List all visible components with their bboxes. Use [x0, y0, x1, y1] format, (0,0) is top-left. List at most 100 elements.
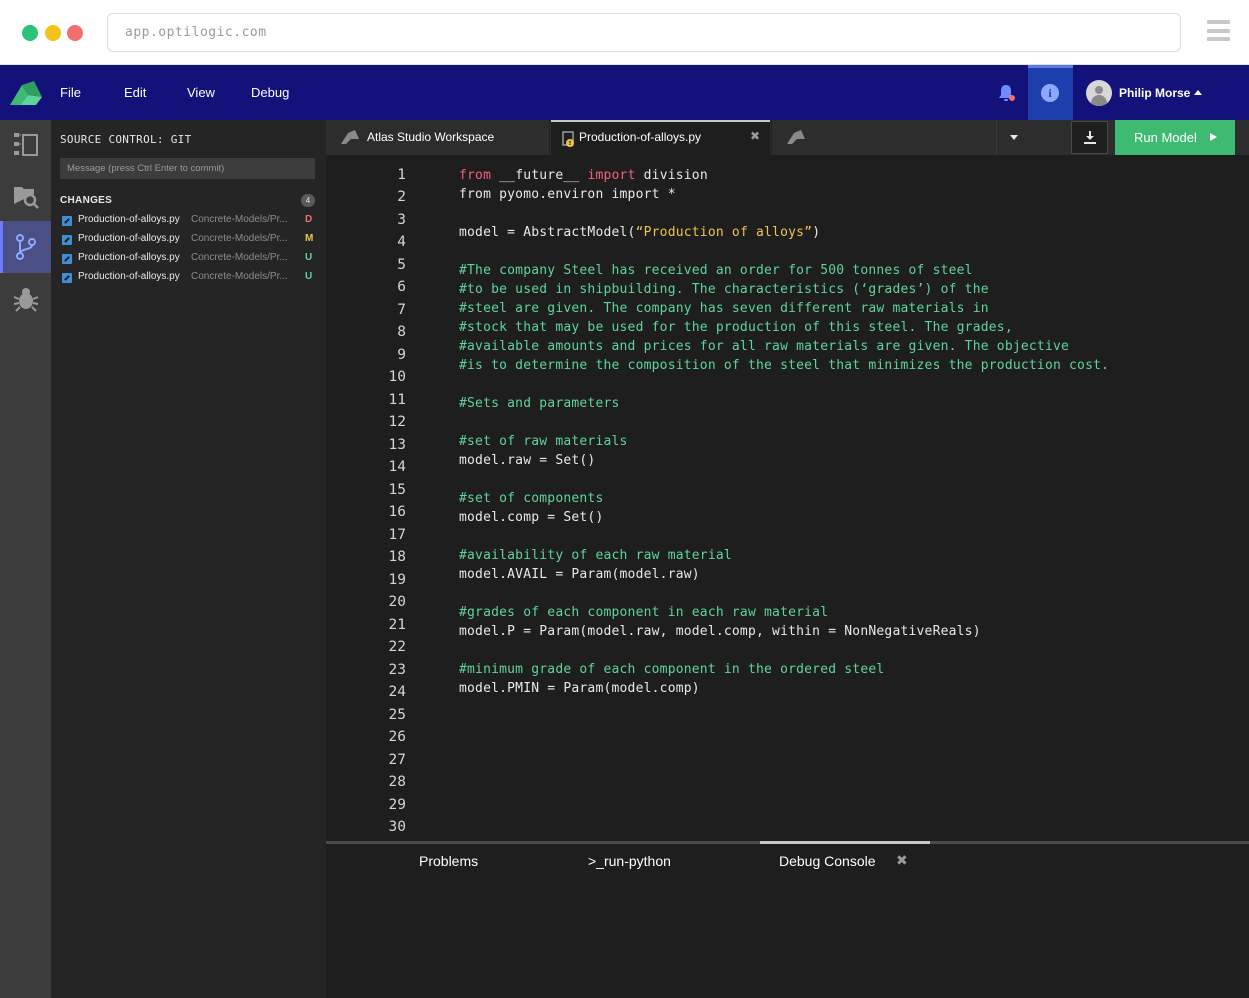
line-number: 22: [388, 639, 406, 655]
change-file-path: Concrete-Models/Pr...: [191, 233, 288, 244]
code-line: #The company Steel has received an order…: [459, 263, 973, 278]
change-file-name: Production-of-alloys.py: [78, 233, 180, 244]
line-number: 21: [388, 617, 406, 633]
code-line: #minimum grade of each component in the …: [459, 662, 885, 677]
line-number: 9: [397, 347, 406, 363]
browser-chrome: app.optilogic.com: [0, 0, 1249, 65]
tab-problems[interactable]: Problems: [419, 853, 478, 869]
change-status: M: [305, 233, 314, 244]
code-line: #availability of each raw material: [459, 548, 732, 563]
menu-edit[interactable]: Edit: [124, 85, 146, 100]
close-icon[interactable]: ✖: [896, 853, 908, 869]
info-button[interactable]: i: [1028, 65, 1073, 120]
change-status: D: [305, 214, 313, 225]
line-number: 23: [388, 662, 406, 678]
download-button[interactable]: [1071, 121, 1108, 154]
run-model-label: Run Model: [1134, 130, 1197, 145]
user-menu-caret-icon[interactable]: [1194, 90, 1202, 95]
line-number: 13: [388, 437, 406, 453]
debug-bug-icon[interactable]: [12, 285, 40, 313]
code-line: model.raw = Set(): [459, 453, 596, 468]
window-minimize-dot[interactable]: [45, 25, 61, 41]
code-line: from pyomo.environ import *: [459, 187, 676, 202]
change-status: U: [305, 271, 313, 282]
tab-overflow-dropdown[interactable]: [996, 120, 1032, 155]
line-number: 8: [397, 324, 406, 340]
code-line: from __future__ import division: [459, 168, 708, 183]
code-line: #Sets and parameters: [459, 396, 620, 411]
code-line: model.P = Param(model.raw, model.comp, w…: [459, 624, 981, 639]
line-number: 5: [397, 257, 406, 273]
code-line: #to be used in shipbuilding. The charact…: [459, 282, 989, 297]
line-number: 18: [388, 549, 406, 565]
tab-new[interactable]: [771, 120, 996, 155]
play-icon: [1210, 133, 1217, 141]
avatar[interactable]: [1086, 80, 1112, 106]
panel-title: SOURCE CONTROL: GIT: [60, 133, 192, 146]
change-item[interactable]: Production-of-alloys.py Concrete-Models/…: [60, 251, 316, 267]
line-number: 25: [388, 707, 406, 723]
code-line: model.PMIN = Param(model.comp): [459, 681, 700, 696]
change-file-name: Production-of-alloys.py: [78, 271, 180, 282]
code-line: #stock that may be used for the producti…: [459, 320, 1013, 335]
menu-debug[interactable]: Debug: [251, 85, 289, 100]
changes-header[interactable]: CHANGES: [60, 195, 112, 206]
user-name[interactable]: Philip Morse: [1119, 86, 1190, 100]
hamburger-menu-icon[interactable]: [1207, 20, 1230, 45]
line-number: 7: [397, 302, 406, 318]
line-number: 12: [388, 414, 406, 430]
change-item[interactable]: Production-of-alloys.py Concrete-Models/…: [60, 213, 316, 229]
search-folder-icon[interactable]: [12, 182, 40, 210]
atlas-logo-icon: [341, 130, 359, 144]
change-file-path: Concrete-Models/Pr...: [191, 271, 288, 282]
line-number: 6: [397, 279, 406, 295]
menu-view[interactable]: View: [187, 85, 215, 100]
change-status: U: [305, 252, 313, 263]
file-checkbox-icon[interactable]: [62, 273, 72, 283]
file-checkbox-icon[interactable]: [62, 254, 72, 264]
change-item[interactable]: Production-of-alloys.py Concrete-Models/…: [60, 270, 316, 286]
explorer-icon[interactable]: [12, 130, 40, 158]
code-line: #set of raw materials: [459, 434, 628, 449]
code-line: #is to determine the composition of the …: [459, 358, 1110, 373]
commit-message-input[interactable]: [60, 158, 315, 179]
file-checkbox-icon[interactable]: [62, 216, 72, 226]
run-model-button[interactable]: Run Model: [1115, 120, 1235, 155]
tab-label: Atlas Studio Workspace: [367, 130, 495, 144]
line-number: 30: [388, 819, 406, 835]
line-number: 2: [397, 189, 406, 205]
line-number: 10: [388, 369, 406, 385]
optilogic-logo-icon[interactable]: [8, 79, 44, 107]
notification-bell-icon[interactable]: [996, 83, 1016, 103]
change-file-name: Production-of-alloys.py: [78, 214, 180, 225]
source-control-icon[interactable]: [12, 233, 40, 261]
line-number: 17: [388, 527, 406, 543]
line-number: 15: [388, 482, 406, 498]
code-line: #steel are given. The company has seven …: [459, 301, 989, 316]
window-maximize-dot[interactable]: [22, 25, 38, 41]
code-line: #available amounts and prices for all ra…: [459, 339, 1070, 354]
menu-file[interactable]: File: [60, 85, 81, 100]
file-checkbox-icon[interactable]: [62, 235, 72, 245]
window-close-dot[interactable]: [67, 25, 83, 41]
url-bar[interactable]: app.optilogic.com: [107, 13, 1181, 52]
change-item[interactable]: Production-of-alloys.py Concrete-Models/…: [60, 232, 316, 248]
change-file-name: Production-of-alloys.py: [78, 252, 180, 263]
line-number: 26: [388, 729, 406, 745]
code-line: #grades of each component in each raw ma…: [459, 605, 829, 620]
tab-close-icon[interactable]: ✖: [750, 129, 760, 143]
tab-debug-console[interactable]: Debug Console: [779, 853, 876, 869]
line-number: 19: [388, 572, 406, 588]
changes-count-badge: 4: [301, 194, 315, 207]
tab-run-python[interactable]: >_run-python: [588, 853, 671, 869]
atlas-logo-icon: [787, 130, 805, 144]
tab-production-of-alloys[interactable]: Production-of-alloys.py ✖: [551, 120, 770, 155]
line-number: 1: [397, 167, 406, 183]
code-line: model.comp = Set(): [459, 510, 604, 525]
line-number: 24: [388, 684, 406, 700]
line-number: 29: [388, 797, 406, 813]
tab-workspace[interactable]: Atlas Studio Workspace: [326, 120, 550, 155]
line-number: 14: [388, 459, 406, 475]
change-file-path: Concrete-Models/Pr...: [191, 214, 288, 225]
code-line: model.AVAIL = Param(model.raw): [459, 567, 700, 582]
